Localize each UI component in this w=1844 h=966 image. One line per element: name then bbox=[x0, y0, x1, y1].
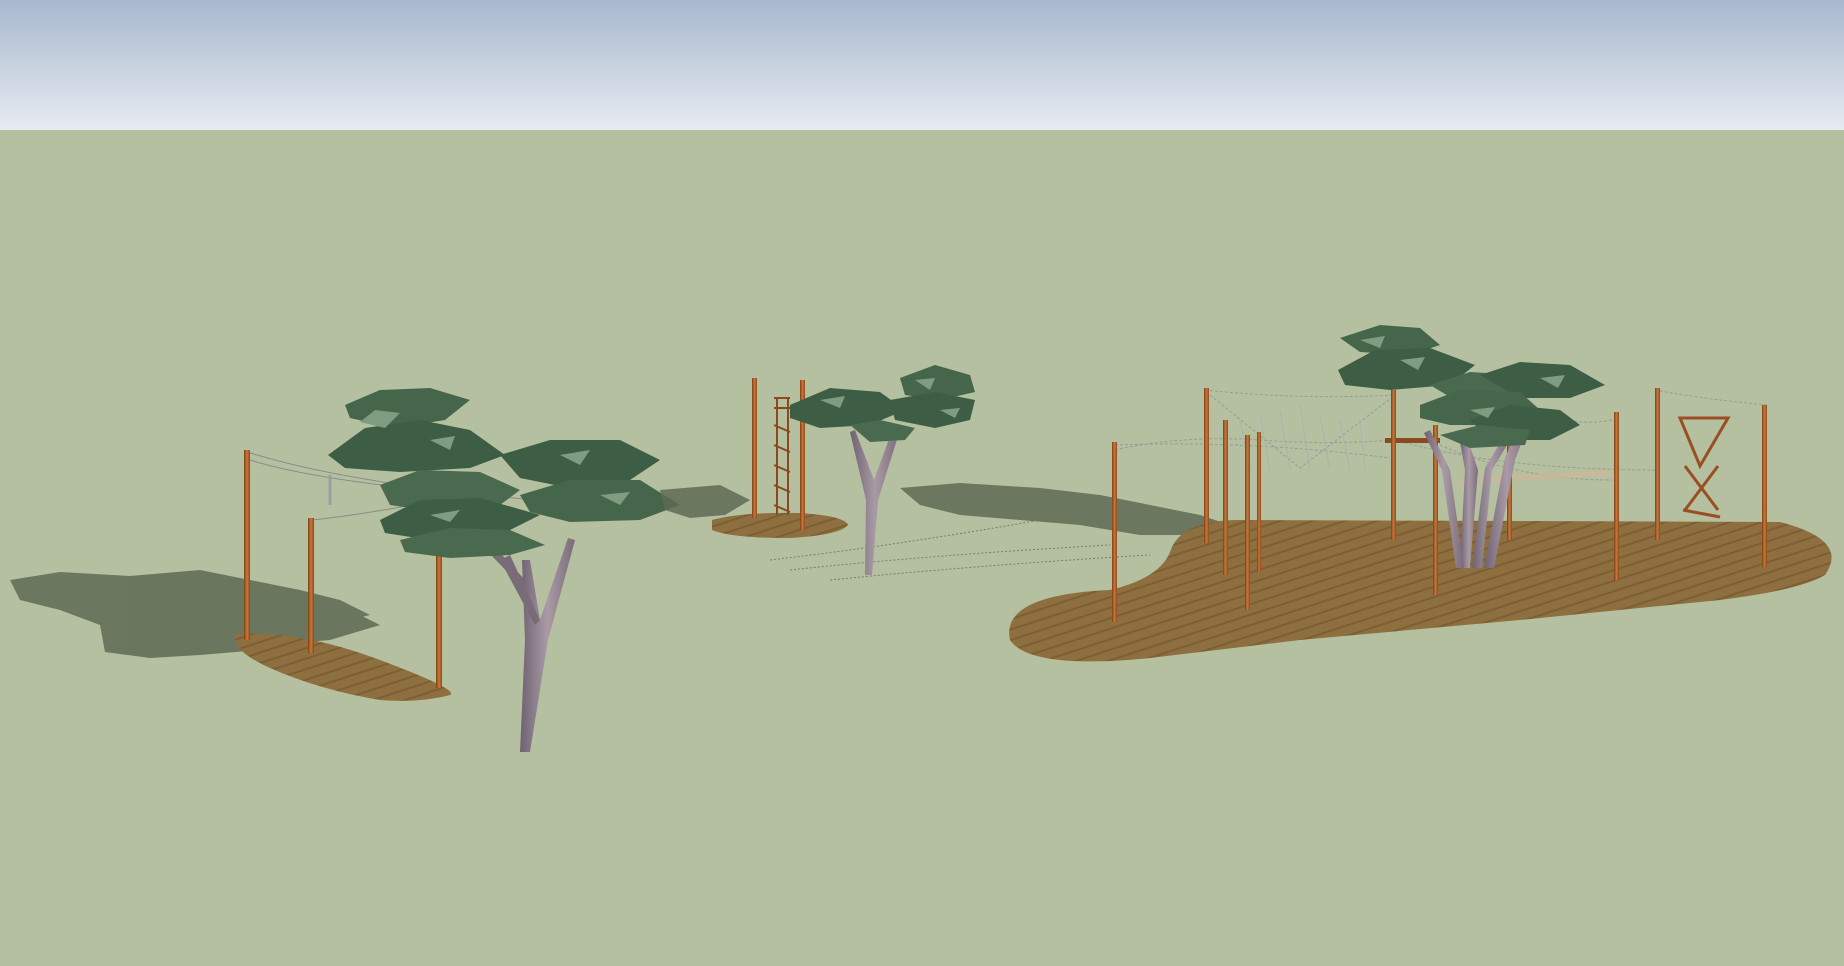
pole[interactable] bbox=[1223, 420, 1228, 575]
pole[interactable] bbox=[1112, 442, 1117, 622]
pole[interactable] bbox=[1391, 390, 1396, 540]
pole[interactable] bbox=[308, 518, 314, 653]
pole[interactable] bbox=[1204, 388, 1209, 543]
3d-viewport[interactable] bbox=[0, 0, 1844, 966]
pole[interactable] bbox=[1655, 388, 1660, 540]
sky bbox=[0, 0, 1844, 130]
pole[interactable] bbox=[244, 450, 250, 640]
pole[interactable] bbox=[752, 378, 757, 518]
pole[interactable] bbox=[1614, 412, 1619, 580]
pole[interactable] bbox=[1257, 432, 1261, 572]
pole[interactable] bbox=[436, 556, 442, 688]
scene-canvas[interactable] bbox=[0, 0, 1844, 966]
pole[interactable] bbox=[1762, 405, 1767, 567]
pole[interactable] bbox=[1245, 435, 1250, 610]
